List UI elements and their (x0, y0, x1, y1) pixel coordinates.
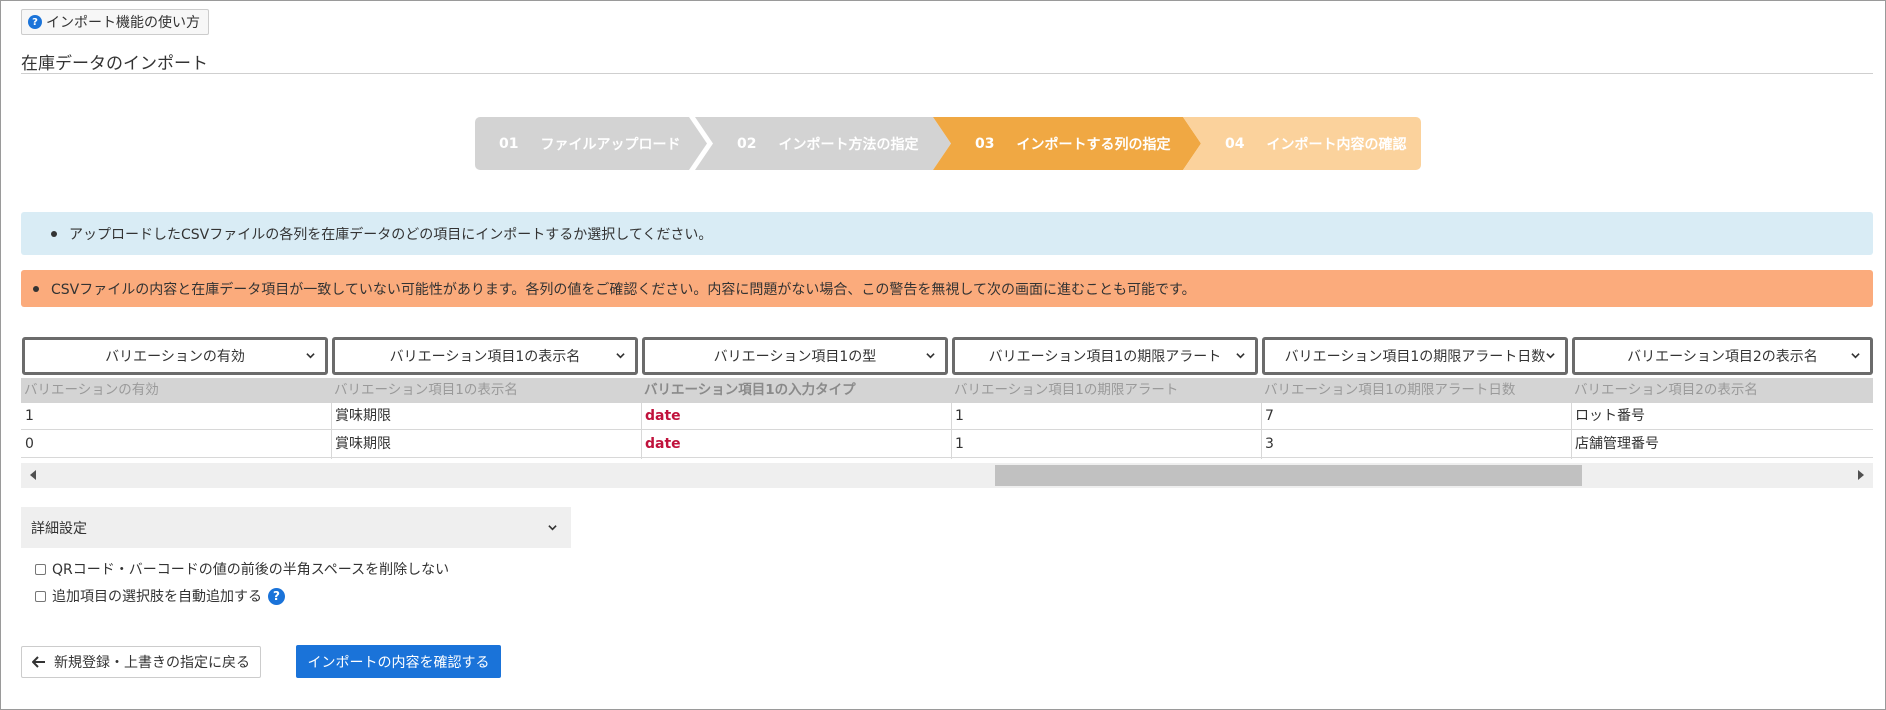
table-cell: 賞味期限 (331, 431, 641, 458)
csv-header-cell: バリエーション項目2の表示名 (1574, 382, 1758, 398)
auto-add-choices-option[interactable]: 追加項目の選択肢を自動追加する ? (35, 586, 285, 606)
step-label: インポート内容の確認 (1266, 136, 1407, 153)
table-cell: date (641, 403, 951, 430)
step-confirm: 04 インポート内容の確認 (1183, 117, 1421, 170)
horizontal-scrollbar[interactable] (21, 463, 1873, 488)
advanced-settings-label: 詳細設定 (31, 520, 87, 537)
select-value: バリエーションの有効 (105, 349, 245, 365)
table-cell: 7 (1261, 403, 1571, 430)
back-button[interactable]: 新規登録・上書きの指定に戻る (21, 646, 261, 678)
auto-add-choices-label: 追加項目の選択肢を自動追加する (52, 589, 262, 605)
chevron-down-icon (1851, 353, 1860, 359)
csv-header-cell: バリエーション項目1の入力タイプ (644, 382, 856, 398)
select-value: バリエーション項目1の表示名 (389, 349, 581, 365)
table-cell: 3 (1261, 431, 1571, 458)
page-title: 在庫データのインポート (21, 54, 208, 74)
step-label: インポートする列の指定 (1016, 136, 1171, 153)
table-cell: 賞味期限 (331, 403, 641, 430)
advanced-settings-toggle[interactable]: 詳細設定 (21, 507, 571, 548)
table-cell: 1 (951, 431, 1261, 458)
csv-header-cell: バリエーション項目1の期限アラート日数 (1264, 382, 1516, 398)
help-icon[interactable]: ? (268, 587, 285, 605)
chevron-down-icon (1236, 353, 1245, 359)
import-help-label: インポート機能の使い方 (46, 15, 200, 31)
step-label: ファイルアップロード (540, 136, 681, 153)
select-value: バリエーション項目1の型 (713, 349, 877, 365)
table-cell: 店舗管理番号 (1571, 431, 1873, 458)
step-import-method: 02 インポート方法の指定 (695, 117, 951, 170)
step-label: インポート方法の指定 (778, 136, 919, 153)
select-value: バリエーション項目1の期限アラート日数 (1284, 349, 1546, 365)
table-cell: 1 (21, 403, 331, 430)
warning-alert-text: CSVファイルの内容と在庫データ項目が一致していない可能性があります。各列の値を… (51, 281, 1196, 298)
info-alert: アップロードしたCSVファイルの各列を在庫データのどの項目にインポートするか選択… (21, 212, 1873, 255)
step-number: 01 (499, 135, 519, 152)
chevron-down-icon (306, 353, 315, 359)
import-help-button[interactable]: ? インポート機能の使い方 (21, 9, 209, 35)
step-column-mapping: 03 インポートする列の指定 (933, 117, 1201, 170)
keep-spaces-checkbox[interactable] (35, 563, 46, 575)
auto-add-choices-checkbox[interactable] (35, 590, 46, 602)
table-cell: date (641, 431, 951, 458)
select-value: バリエーション項目2の表示名 (1627, 349, 1818, 365)
chevron-down-icon (548, 525, 557, 531)
step-number: 04 (1225, 135, 1245, 152)
csv-header-cell: バリエーション項目1の期限アラート (954, 382, 1179, 398)
column-mapping-select[interactable]: バリエーション項目1の表示名 (332, 337, 638, 375)
bullet-icon (51, 230, 57, 237)
arrow-left-icon (32, 656, 45, 668)
table-cell: 1 (951, 403, 1261, 430)
scroll-right-icon[interactable] (1858, 470, 1864, 480)
chevron-down-icon (1546, 353, 1555, 359)
title-divider (21, 73, 1873, 74)
question-icon: ? (28, 15, 42, 29)
csv-header-cell: バリエーションの有効 (24, 382, 159, 398)
warning-alert: CSVファイルの内容と在庫データ項目が一致していない可能性があります。各列の値を… (21, 270, 1873, 307)
chevron-down-icon (616, 353, 625, 359)
confirm-import-button[interactable]: インポートの内容を確認する (296, 645, 501, 678)
scroll-left-icon[interactable] (30, 470, 36, 480)
bullet-icon (33, 285, 39, 292)
keep-spaces-option[interactable]: QRコード・バーコードの値の前後の半角スペースを削除しない (35, 559, 449, 579)
confirm-import-label: インポートの内容を確認する (307, 654, 490, 671)
column-mapping-select[interactable]: バリエーション項目1の期限アラート日数 (1262, 337, 1568, 375)
import-stepper: 01 ファイルアップロード 02 インポート方法の指定 03 インポートする列の… (475, 117, 1421, 170)
chevron-down-icon (926, 353, 935, 359)
column-mapping-select[interactable]: バリエーションの有効 (22, 337, 328, 375)
table-cell: ロット番号 (1571, 403, 1873, 430)
select-value: バリエーション項目1の期限アラート (988, 349, 1222, 365)
csv-header-cell: バリエーション項目1の表示名 (334, 382, 518, 398)
step-number: 03 (975, 135, 995, 152)
column-mapping-select[interactable]: バリエーション項目1の期限アラート (952, 337, 1258, 375)
column-mapping-select[interactable]: バリエーション項目1の型 (642, 337, 948, 375)
step-file-upload: 01 ファイルアップロード (475, 117, 707, 170)
keep-spaces-label: QRコード・バーコードの値の前後の半角スペースを削除しない (52, 562, 450, 578)
step-number: 02 (737, 135, 757, 152)
table-cell: 0 (21, 431, 331, 458)
column-mapping-select[interactable]: バリエーション項目2の表示名 (1572, 337, 1873, 375)
scrollbar-thumb[interactable] (995, 465, 1582, 486)
info-alert-text: アップロードしたCSVファイルの各列を在庫データのどの項目にインポートするか選択… (69, 226, 713, 243)
back-button-label: 新規登録・上書きの指定に戻る (54, 655, 250, 671)
